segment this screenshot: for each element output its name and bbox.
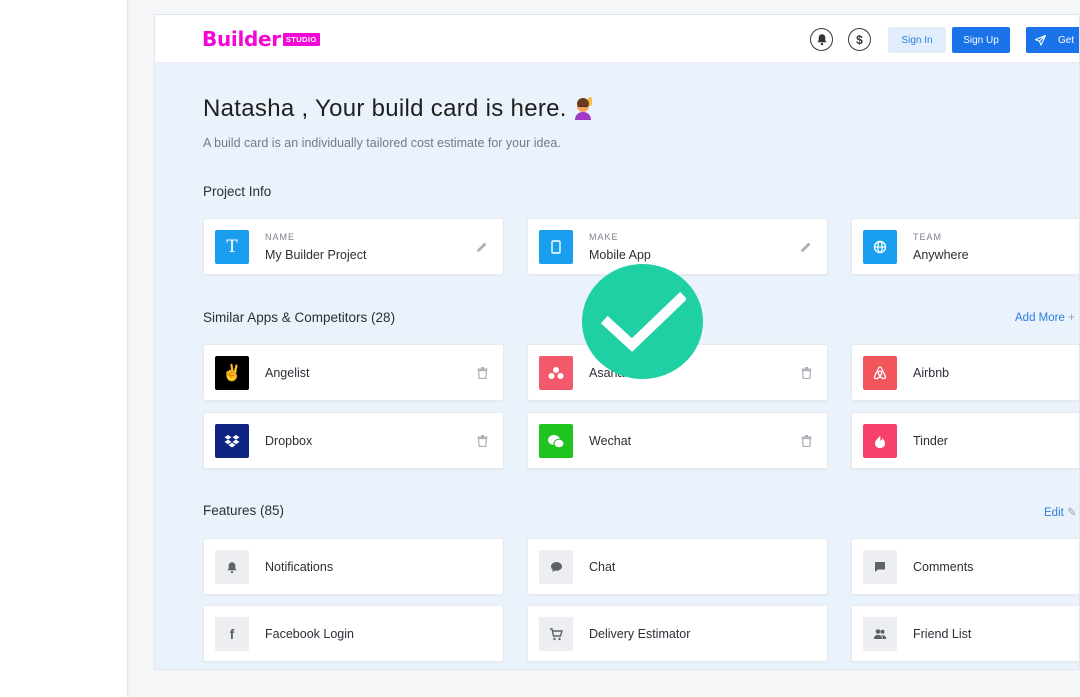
checkmark-icon (600, 291, 686, 352)
feature-card-comments[interactable]: Comments (851, 538, 1079, 595)
competitor-name: Tinder (913, 434, 948, 448)
plus-icon: + (1068, 312, 1075, 324)
trash-icon[interactable] (799, 365, 813, 381)
competitor-name: Wechat (589, 434, 632, 448)
friends-icon (863, 617, 897, 651)
feature-card-chat[interactable]: Chat (527, 538, 828, 595)
feature-name: Friend List (913, 627, 972, 641)
competitor-card-tinder[interactable]: Tinder (851, 412, 1079, 469)
project-name-value: My Builder Project (265, 248, 367, 262)
trash-icon[interactable] (799, 433, 813, 449)
competitor-card-airbnb[interactable]: Airbnb (851, 344, 1079, 401)
brand-badge: STUDIO (282, 32, 320, 46)
project-team-value: Anywhere (913, 248, 969, 262)
competitor-name: Dropbox (265, 434, 313, 448)
facebook-icon: f (215, 617, 249, 651)
cart-icon (539, 617, 573, 651)
feature-card-facebook-login[interactable]: f Facebook Login (203, 605, 504, 662)
bell-icon (215, 550, 249, 584)
trash-icon[interactable] (475, 365, 489, 381)
page-title-text: Natasha , Your build card is here. (203, 95, 567, 122)
asana-icon (539, 356, 573, 390)
chat-bubble-icon (539, 550, 573, 584)
top-bar: Builder STUDIO $ Sign In Sign Up Get (155, 15, 1079, 63)
wechat-icon (539, 424, 573, 458)
text-T-icon: T (215, 230, 249, 264)
dollar-icon: $ (856, 32, 863, 47)
left-panel (0, 0, 128, 697)
globe-icon (863, 230, 897, 264)
feature-name: Delivery Estimator (589, 627, 691, 641)
get-label: Get (1058, 34, 1075, 46)
trash-icon[interactable] (475, 433, 489, 449)
currency-button[interactable]: $ (848, 28, 871, 51)
airbnb-icon (863, 356, 897, 390)
competitors-title: Similar Apps & Competitors (28) (203, 310, 396, 325)
competitor-card-dropbox[interactable]: Dropbox (203, 412, 504, 469)
comment-icon (863, 550, 897, 584)
competitor-name: Angelist (265, 366, 310, 380)
raising-hand-emoji (573, 96, 595, 120)
get-button[interactable]: Get (1026, 27, 1079, 53)
sign-in-button[interactable]: Sign In (888, 27, 946, 53)
edit-icon[interactable] (799, 239, 813, 255)
competitor-name: Airbnb (913, 366, 950, 380)
feature-name: Comments (913, 560, 974, 574)
edit-features-link[interactable]: Edit ✎ (1044, 505, 1077, 519)
feature-name: Facebook Login (265, 627, 354, 641)
project-team-card[interactable]: TEAM Anywhere (851, 218, 1079, 275)
send-icon (1035, 34, 1046, 46)
project-make-card[interactable]: MAKE Mobile App (527, 218, 828, 275)
sign-up-button[interactable]: Sign Up (952, 27, 1010, 53)
project-make-value: Mobile App (589, 248, 651, 262)
page-title: Natasha , Your build card is here. (203, 95, 595, 123)
success-check-overlay (582, 264, 703, 379)
feature-card-delivery-estimator[interactable]: Delivery Estimator (527, 605, 828, 662)
angelist-icon: ✌ (215, 356, 249, 390)
notification-button[interactable] (810, 28, 833, 51)
bell-icon (816, 34, 827, 46)
edit-icon[interactable] (475, 239, 489, 255)
feature-card-friend-list[interactable]: Friend List (851, 605, 1079, 662)
project-info-title: Project Info (203, 184, 272, 199)
competitor-card-angelist[interactable]: ✌ Angelist (203, 344, 504, 401)
project-make-key: MAKE (589, 232, 619, 242)
features-title: Features (85) (203, 503, 285, 518)
project-team-key: TEAM (913, 232, 943, 242)
feature-name: Chat (589, 560, 616, 574)
project-name-key: NAME (265, 232, 296, 242)
page-subtitle: A build card is an individually tailored… (203, 136, 561, 150)
brand-name: Builder (202, 27, 281, 51)
edit-features-label: Edit (1044, 507, 1064, 519)
pencil-icon: ✎ (1067, 507, 1077, 519)
mobile-icon (539, 230, 573, 264)
feature-name: Notifications (265, 560, 334, 574)
feature-card-notifications[interactable]: Notifications (203, 538, 504, 595)
add-more-label: Add More (1015, 312, 1065, 324)
competitor-card-wechat[interactable]: Wechat (527, 412, 828, 469)
brand-logo[interactable]: Builder STUDIO (202, 29, 320, 49)
project-name-card[interactable]: T NAME My Builder Project (203, 218, 504, 275)
tinder-icon (863, 424, 897, 458)
add-more-link[interactable]: Add More + (1015, 312, 1075, 324)
dropbox-icon (215, 424, 249, 458)
